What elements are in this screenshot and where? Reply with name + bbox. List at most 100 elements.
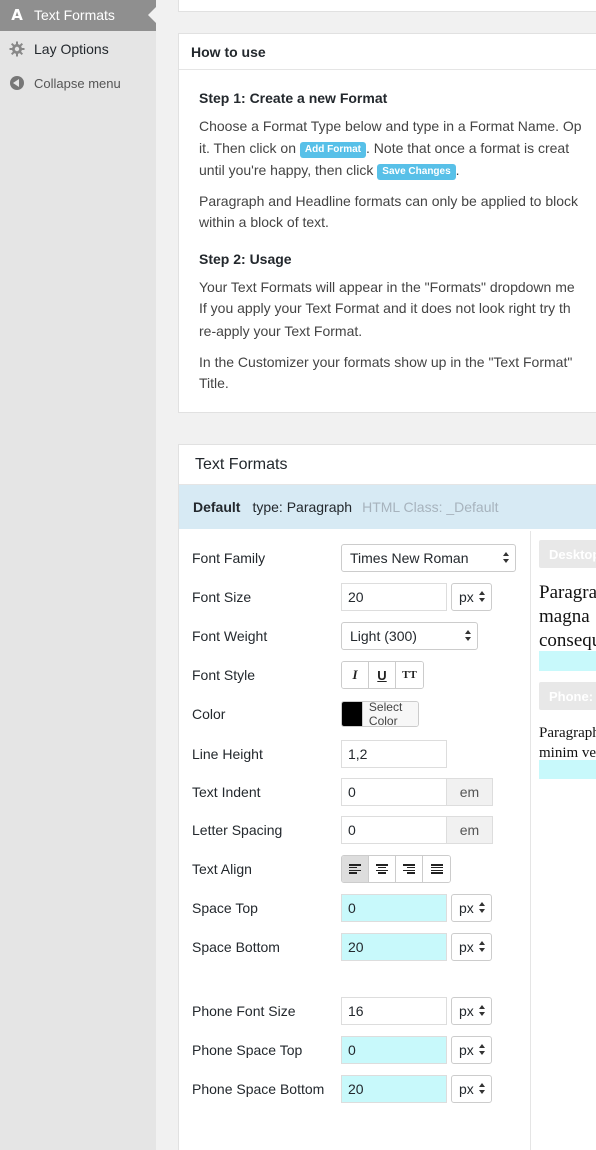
color-picker[interactable]: Select Color bbox=[341, 701, 420, 727]
align-justify-icon bbox=[430, 864, 443, 874]
phone-font-size-input[interactable]: 16 bbox=[341, 997, 447, 1025]
unit-value: px bbox=[459, 589, 474, 605]
text-line: within a block of text. bbox=[199, 214, 329, 230]
field-label: Space Bottom bbox=[192, 939, 280, 955]
save-changes-badge: Save Changes bbox=[377, 164, 456, 180]
align-left-icon bbox=[349, 864, 361, 874]
desktop-space-bottom-highlight bbox=[539, 651, 596, 671]
space-top-input[interactable]: 0 bbox=[341, 894, 447, 922]
field-label: Phone Font Size bbox=[192, 1003, 296, 1019]
letter-spacing-unit: em bbox=[447, 816, 493, 844]
line-height-input[interactable]: 1,2 bbox=[341, 740, 447, 768]
unit-value: px bbox=[459, 1042, 474, 1058]
align-center-icon bbox=[376, 864, 388, 874]
space-bottom-input[interactable]: 20 bbox=[341, 933, 447, 961]
desktop-preview-text: Paragra magna consequ bbox=[539, 581, 596, 653]
updown-arrows-icon bbox=[479, 941, 485, 955]
top-panel bbox=[178, 0, 596, 12]
text-line: Choose a Format Type below and type in a… bbox=[199, 118, 582, 134]
align-center-button[interactable] bbox=[369, 856, 396, 882]
admin-sidebar: A Text Formats Lay Options Collapse menu bbox=[0, 0, 156, 1150]
unit-value: px bbox=[459, 1081, 474, 1097]
phone-preview-text: Paragraph minim ve bbox=[539, 723, 596, 763]
how-to-use-panel: How to use Step 1: Create a new Format C… bbox=[178, 33, 596, 413]
text-line: In the Customizer your formats show up i… bbox=[199, 354, 573, 370]
text-format-icon: A bbox=[11, 6, 23, 24]
text-formats-panel: Text Formats Default type: Paragraph HTM… bbox=[178, 444, 596, 1150]
sidebar-item-label: Text Formats bbox=[34, 7, 115, 23]
preview-line: Paragra bbox=[539, 582, 596, 603]
unit-value: px bbox=[459, 1003, 474, 1019]
format-name: Default bbox=[193, 499, 241, 515]
unit-value: px bbox=[459, 900, 474, 916]
phone-space-bottom-input[interactable]: 20 bbox=[341, 1075, 447, 1103]
font-size-unit-select[interactable]: px bbox=[451, 583, 492, 611]
align-right-button[interactable] bbox=[396, 856, 423, 882]
font-weight-row: Font Weight Light (300) bbox=[192, 622, 478, 650]
select-color-button[interactable]: Select Color bbox=[361, 702, 419, 726]
uppercase-button[interactable]: TT bbox=[396, 662, 423, 688]
panel-title: Text Formats bbox=[179, 445, 596, 485]
text-indent-unit: em bbox=[447, 778, 493, 806]
font-style-buttons: I U TT bbox=[341, 661, 424, 689]
text-indent-input[interactable]: 0 bbox=[341, 778, 447, 806]
italic-button[interactable]: I bbox=[342, 662, 369, 688]
desktop-preview-tab[interactable]: Desktop bbox=[539, 540, 596, 568]
unit-value: px bbox=[459, 939, 474, 955]
field-label: Text Indent bbox=[192, 784, 261, 800]
field-label: Space Top bbox=[192, 900, 258, 916]
underline-button[interactable]: U bbox=[369, 662, 396, 688]
preview-line: Paragraph bbox=[539, 725, 596, 741]
field-label: Font Style bbox=[192, 667, 256, 683]
step1-title: Step 1: Create a new Format bbox=[199, 90, 388, 106]
field-label: Phone Space Bottom bbox=[192, 1081, 325, 1097]
phone-space-top-unit-select[interactable]: px bbox=[451, 1036, 492, 1064]
format-preview: Desktop Paragra magna consequ Phone: Par… bbox=[530, 531, 596, 1150]
align-left-button[interactable] bbox=[342, 856, 369, 882]
font-size-input[interactable]: 20 bbox=[341, 583, 447, 611]
space-top-unit-select[interactable]: px bbox=[451, 894, 492, 922]
field-label: Letter Spacing bbox=[192, 822, 283, 838]
step1-text: Choose a Format Type below and type in a… bbox=[199, 116, 587, 233]
collapse-menu-button[interactable]: Collapse menu bbox=[0, 67, 156, 99]
text-align-buttons bbox=[341, 855, 451, 883]
sidebar-item-text-formats[interactable]: A Text Formats bbox=[0, 0, 156, 31]
text-line: re-apply your Text Format. bbox=[199, 323, 363, 339]
updown-arrows-icon bbox=[479, 1044, 485, 1058]
format-type: type: Paragraph bbox=[252, 499, 353, 515]
field-label: Font Family bbox=[192, 550, 266, 566]
updown-arrows-icon bbox=[479, 1005, 485, 1019]
space-bottom-unit-select[interactable]: px bbox=[451, 933, 492, 961]
sidebar-item-label: Lay Options bbox=[34, 41, 109, 57]
color-swatch[interactable] bbox=[342, 702, 362, 726]
align-justify-button[interactable] bbox=[423, 856, 450, 882]
preview-line: magna bbox=[539, 606, 590, 627]
text-line: Your Text Formats will appear in the "Fo… bbox=[199, 279, 575, 295]
collapse-menu-label: Collapse menu bbox=[34, 75, 121, 91]
phone-font-size-unit-select[interactable]: px bbox=[451, 997, 492, 1025]
font-weight-select[interactable]: Light (300) bbox=[341, 622, 478, 650]
phone-space-top-input[interactable]: 0 bbox=[341, 1036, 447, 1064]
text-line: it. Then click on bbox=[199, 140, 300, 156]
gear-icon bbox=[8, 40, 26, 58]
font-family-select[interactable]: Times New Roman bbox=[341, 544, 516, 572]
step2-text: Your Text Formats will appear in the "Fo… bbox=[199, 277, 587, 394]
updown-arrows-icon bbox=[503, 552, 509, 566]
sidebar-item-lay-options[interactable]: Lay Options bbox=[0, 33, 156, 65]
step2-title: Step 2: Usage bbox=[199, 251, 292, 267]
field-label: Font Size bbox=[192, 589, 252, 605]
updown-arrows-icon bbox=[479, 902, 485, 916]
letter-spacing-input[interactable]: 0 bbox=[341, 816, 447, 844]
select-value: Times New Roman bbox=[350, 550, 469, 566]
text-line: Title. bbox=[199, 375, 229, 391]
phone-preview-tab[interactable]: Phone: bbox=[539, 682, 596, 710]
text-line: . Note that once a format is creat bbox=[366, 140, 570, 156]
text-line: If you apply your Text Format and it doe… bbox=[199, 300, 571, 316]
updown-arrows-icon bbox=[479, 591, 485, 605]
select-value: Light (300) bbox=[350, 628, 417, 644]
format-header-bar[interactable]: Default type: Paragraph HTML Class: _Def… bbox=[179, 485, 596, 529]
field-label: Line Height bbox=[192, 746, 263, 762]
updown-arrows-icon bbox=[479, 1083, 485, 1097]
phone-space-bottom-unit-select[interactable]: px bbox=[451, 1075, 492, 1103]
text-line: Paragraph and Headline formats can only … bbox=[199, 193, 579, 209]
